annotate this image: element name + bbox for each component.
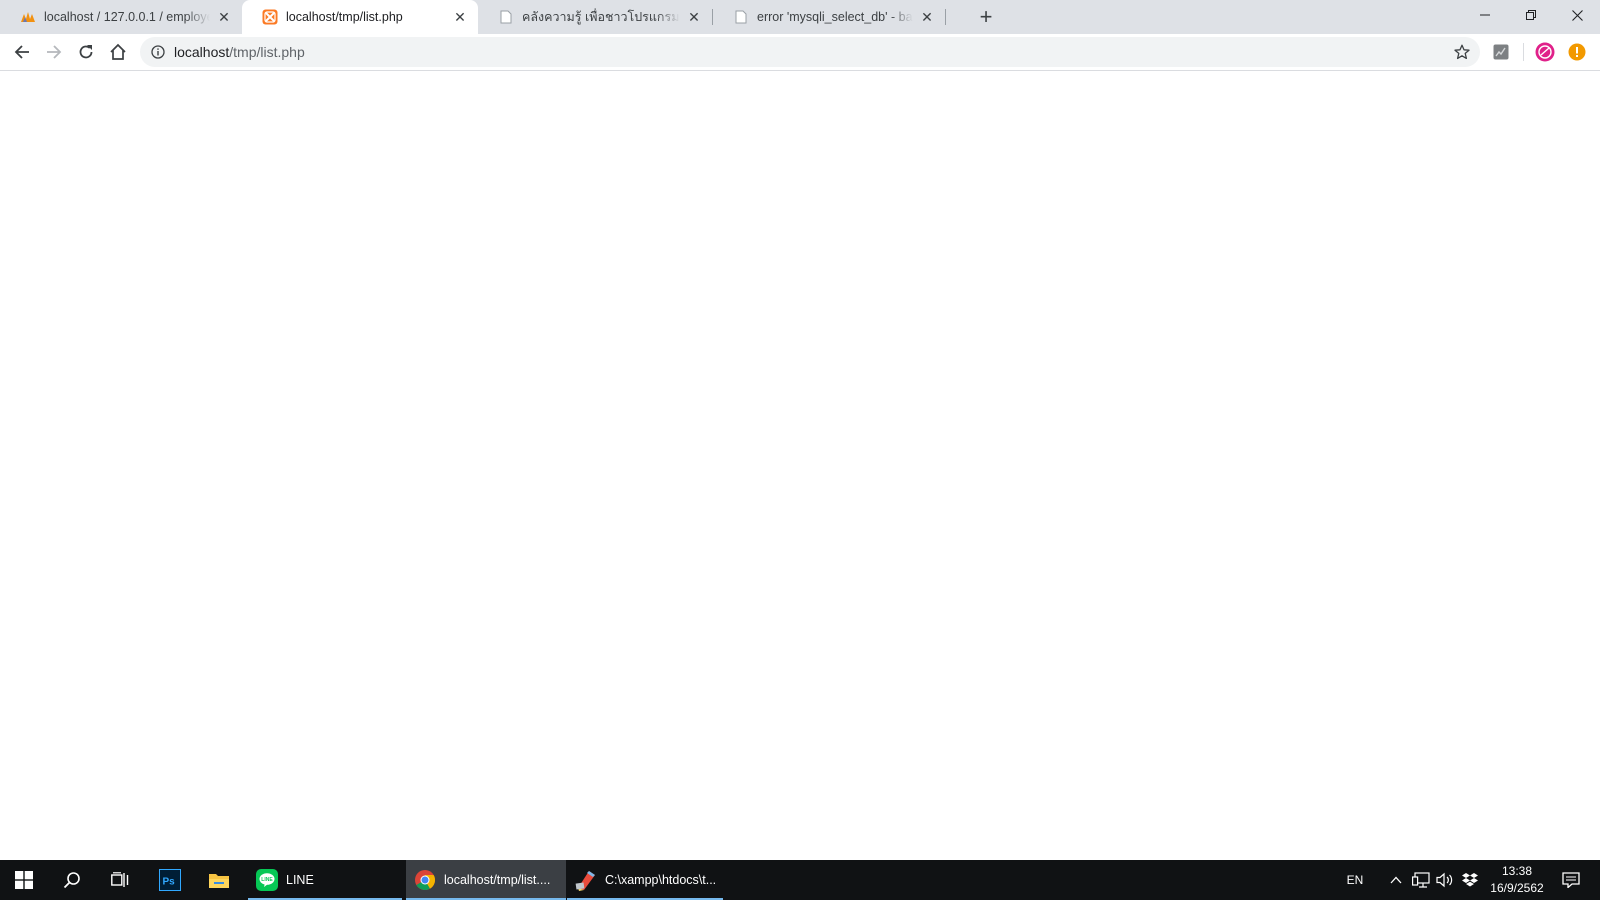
file-explorer-icon bbox=[209, 874, 229, 888]
tab-close-icon[interactable]: ✕ bbox=[452, 9, 468, 25]
back-button[interactable] bbox=[8, 38, 36, 66]
restore-icon bbox=[1526, 10, 1536, 20]
forward-button[interactable] bbox=[40, 38, 68, 66]
network-tray-button[interactable] bbox=[1410, 860, 1432, 900]
reload-button[interactable] bbox=[72, 38, 100, 66]
volume-icon bbox=[1436, 872, 1453, 888]
taskbar-photoshop[interactable]: Ps bbox=[146, 860, 194, 900]
page-content bbox=[0, 71, 1600, 860]
page-icon bbox=[498, 9, 514, 25]
system-clock[interactable]: 13:38 16/9/2562 bbox=[1482, 863, 1552, 897]
line-icon: LINE bbox=[256, 869, 278, 891]
taskbar-line[interactable]: LINE LINE bbox=[248, 860, 402, 900]
windows-taskbar: Ps LINE LINE localhost/tmp/list.... C:\x… bbox=[0, 860, 1600, 900]
search-icon bbox=[63, 872, 80, 889]
tab-title: คลังความรู้ เพื่อชาวโปรแกรมเมอร์มือใหม่ bbox=[522, 10, 680, 24]
phpmyadmin-icon bbox=[20, 9, 36, 25]
bookmark-star-icon[interactable] bbox=[1454, 44, 1470, 60]
tab-close-icon[interactable]: ✕ bbox=[686, 9, 702, 25]
url-text: localhost/tmp/list.php bbox=[174, 44, 305, 60]
svg-text:LINE: LINE bbox=[261, 877, 273, 883]
task-view-icon bbox=[111, 872, 129, 887]
profile-avatar[interactable] bbox=[1535, 42, 1555, 62]
tab-mysqli-error[interactable]: error 'mysqli_select_db' - bamossza ✕ bbox=[713, 0, 945, 34]
restore-button[interactable] bbox=[1508, 0, 1554, 30]
close-icon bbox=[1571, 9, 1583, 21]
close-window-button[interactable] bbox=[1554, 0, 1600, 30]
home-icon bbox=[110, 43, 126, 60]
arrow-right-icon bbox=[47, 45, 62, 59]
address-bar[interactable]: localhost/tmp/list.php bbox=[140, 37, 1480, 67]
url-host: localhost bbox=[174, 44, 230, 60]
reload-icon bbox=[79, 45, 93, 59]
photoshop-icon: Ps bbox=[159, 869, 181, 891]
language-indicator[interactable]: EN bbox=[1338, 860, 1372, 900]
minimize-icon bbox=[1480, 14, 1490, 16]
show-hidden-icons-button[interactable] bbox=[1386, 860, 1406, 900]
svg-text:Ps: Ps bbox=[163, 877, 176, 888]
chevron-up-icon bbox=[1390, 876, 1402, 884]
minimize-button[interactable] bbox=[1462, 0, 1508, 30]
toolbar-separator bbox=[1523, 43, 1524, 61]
tab-phpmyadmin[interactable]: localhost / 127.0.0.1 / employee / emplo… bbox=[0, 0, 242, 34]
task-view-button[interactable] bbox=[96, 860, 144, 900]
update-alert-button[interactable] bbox=[1567, 42, 1587, 62]
page-icon bbox=[733, 9, 749, 25]
browser-toolbar: localhost/tmp/list.php bbox=[0, 34, 1600, 71]
window-controls bbox=[1462, 0, 1600, 30]
taskbar-app-label: localhost/tmp/list.... bbox=[444, 873, 551, 887]
tab-close-icon[interactable]: ✕ bbox=[919, 9, 935, 25]
clock-time: 13:38 bbox=[1501, 864, 1533, 878]
tab-thai-programmer[interactable]: คลังความรู้ เพื่อชาวโปรแกรมเมอร์มือใหม่ … bbox=[478, 0, 712, 34]
extension-button[interactable] bbox=[1491, 42, 1511, 62]
xampp-icon bbox=[262, 9, 278, 25]
language-label: EN bbox=[1346, 873, 1364, 887]
network-icon bbox=[1412, 872, 1430, 888]
tab-strip: localhost / 127.0.0.1 / employee / emplo… bbox=[0, 0, 1600, 34]
taskbar-editor[interactable]: C:\xampp\htdocs\t... bbox=[567, 860, 723, 900]
tab-title: localhost/tmp/list.php bbox=[286, 10, 403, 24]
tab-title: error 'mysqli_select_db' - bamossza bbox=[757, 10, 913, 24]
tab-list-php[interactable]: localhost/tmp/list.php ✕ bbox=[242, 0, 478, 34]
url-path: /tmp/list.php bbox=[229, 44, 305, 60]
info-icon[interactable] bbox=[150, 44, 166, 60]
clock-date: 16/9/2562 bbox=[1490, 881, 1544, 895]
action-center-button[interactable] bbox=[1556, 860, 1586, 900]
dropbox-tray-button[interactable] bbox=[1458, 860, 1482, 900]
taskbar-file-explorer[interactable] bbox=[195, 860, 243, 900]
taskbar-app-label: C:\xampp\htdocs\t... bbox=[605, 873, 717, 887]
arrow-left-icon bbox=[14, 45, 29, 59]
tab-title: localhost / 127.0.0.1 / employee / emplo… bbox=[44, 10, 210, 24]
taskbar-app-label: LINE bbox=[286, 873, 314, 887]
volume-tray-button[interactable] bbox=[1434, 860, 1456, 900]
tab-close-icon[interactable]: ✕ bbox=[216, 9, 232, 25]
notification-icon bbox=[1562, 872, 1580, 888]
start-button[interactable] bbox=[0, 860, 48, 900]
search-button[interactable] bbox=[48, 860, 96, 900]
taskbar-chrome[interactable]: localhost/tmp/list.... bbox=[406, 860, 566, 900]
dropbox-icon bbox=[1462, 873, 1478, 887]
extension-icon bbox=[1493, 44, 1509, 60]
update-alert-icon bbox=[1568, 43, 1586, 61]
home-button[interactable] bbox=[104, 38, 132, 66]
tab-separator bbox=[945, 9, 946, 25]
chrome-icon bbox=[414, 869, 436, 891]
editor-icon bbox=[575, 869, 597, 891]
windows-logo-icon bbox=[15, 871, 33, 889]
new-tab-button[interactable]: + bbox=[974, 5, 998, 29]
avatar-icon bbox=[1535, 42, 1555, 62]
